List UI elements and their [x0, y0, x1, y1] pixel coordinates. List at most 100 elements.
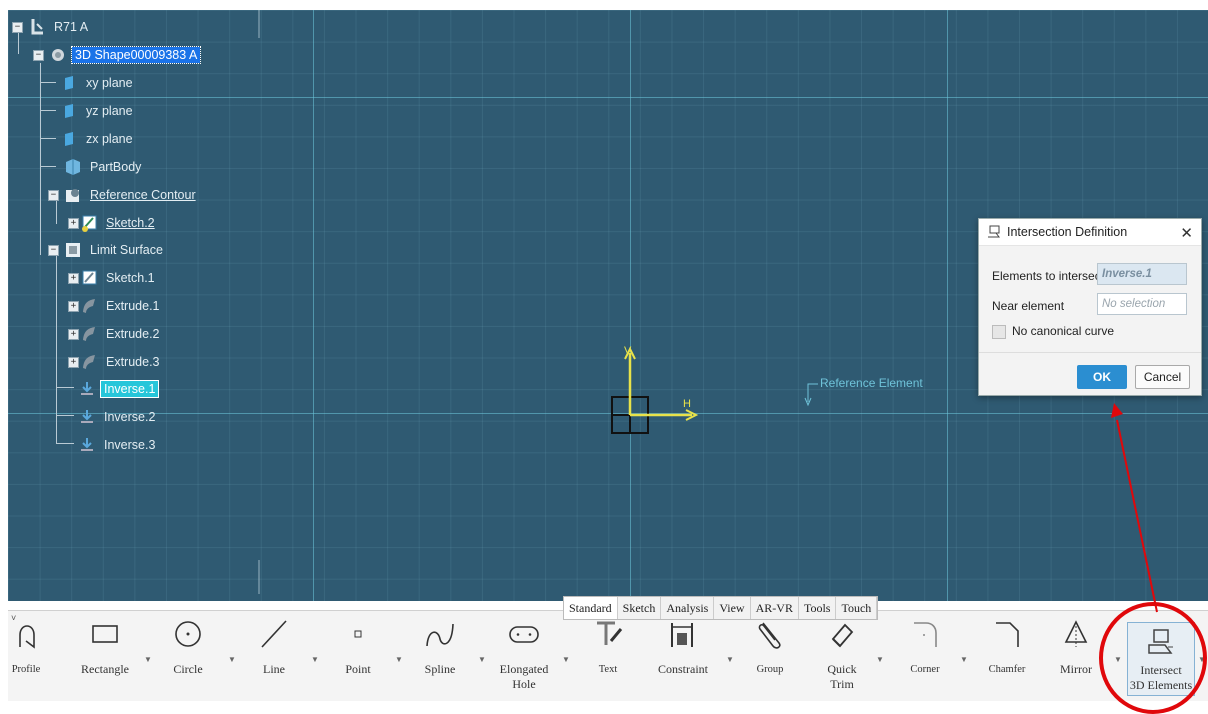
tree-label: Extrude.1 — [106, 299, 160, 313]
tree-item-yz-plane[interactable]: yz plane — [60, 101, 136, 121]
tree-label: Extrude.2 — [106, 327, 160, 341]
tab-tools[interactable]: Tools — [799, 597, 837, 619]
tree-item-zx-plane[interactable]: zx plane — [60, 129, 136, 149]
plane-icon — [60, 74, 78, 92]
chevron-down-icon[interactable]: ▼ — [395, 655, 403, 664]
profile-icon — [8, 617, 44, 651]
point-icon — [340, 617, 376, 651]
close-icon[interactable]: ✕ — [1180, 224, 1193, 242]
quick-trim-button[interactable]: Quick Trim — [814, 611, 870, 701]
sketch-icon — [80, 214, 98, 232]
chamfer-button[interactable]: Chamfer — [976, 611, 1038, 701]
collapse-toggle[interactable]: − — [48, 245, 59, 256]
tool-label: Elongated — [499, 662, 549, 676]
tree-root[interactable]: R71 A — [28, 17, 91, 37]
rectangle-button[interactable]: Rectangle — [70, 611, 140, 701]
tree-item-inverse-1[interactable]: Inverse.1 — [78, 379, 160, 399]
profile-button[interactable]: Profile — [8, 611, 44, 701]
tree-item-limit-surface[interactable]: Limit Surface — [64, 240, 166, 260]
tab-analysis[interactable]: Analysis — [661, 597, 715, 619]
splitter-handle[interactable] — [258, 560, 260, 594]
corner-button[interactable]: Corner — [894, 611, 956, 701]
tree-item-extrude-1[interactable]: Extrude.1 — [80, 296, 163, 316]
elongated-hole-button[interactable]: Elongated Hole — [492, 611, 556, 701]
tree-item-inverse-3[interactable]: Inverse.3 — [78, 435, 158, 455]
collapse-toggle[interactable]: − — [48, 190, 59, 201]
corner-icon — [907, 617, 943, 651]
tab-ar-vr[interactable]: AR-VR — [751, 597, 799, 619]
tool-label: Line — [263, 662, 285, 676]
chevron-down-icon[interactable]: ▼ — [876, 655, 884, 664]
chevron-down-icon[interactable]: ▼ — [478, 655, 486, 664]
chevron-down-icon[interactable]: ▼ — [562, 655, 570, 664]
tree-label: yz plane — [86, 104, 133, 118]
chamfer-icon — [989, 617, 1025, 651]
splitter-handle[interactable] — [258, 10, 260, 38]
tree-item-3d-shape[interactable]: 3D Shape00009383 A — [49, 45, 202, 65]
chevron-down-icon[interactable]: ▼ — [960, 655, 968, 664]
eraser-icon — [824, 617, 860, 651]
tab-view[interactable]: View — [714, 597, 751, 619]
constraint-button[interactable]: Constraint — [644, 611, 722, 701]
tool-label: Profile — [11, 664, 41, 675]
collapse-toggle[interactable]: − — [12, 22, 23, 33]
group-button[interactable]: Group — [744, 611, 796, 701]
tree-label: Limit Surface — [90, 243, 163, 257]
chevron-down-icon[interactable]: ▼ — [726, 655, 734, 664]
tab-sketch[interactable]: Sketch — [618, 597, 662, 619]
expand-toggle[interactable]: + — [68, 357, 79, 368]
tab-touch[interactable]: Touch — [836, 597, 878, 619]
tree-label: PartBody — [90, 160, 142, 174]
tree-label: Sketch.2 — [106, 216, 155, 230]
chevron-down-icon[interactable]: ▼ — [144, 655, 152, 664]
chevron-down-icon[interactable]: ▼ — [311, 655, 319, 664]
ok-button[interactable]: OK — [1077, 365, 1127, 389]
no-canonical-curve-checkbox[interactable] — [992, 325, 1006, 339]
circle-button[interactable]: Circle — [158, 611, 218, 701]
tree-item-partbody[interactable]: PartBody — [64, 157, 144, 177]
tree-item-inverse-2[interactable]: Inverse.2 — [78, 407, 158, 427]
tool-label: Group — [756, 664, 784, 675]
line-button[interactable]: Line — [248, 611, 300, 701]
tree-connector — [56, 200, 57, 224]
dialog-title: Intersection Definition — [1007, 225, 1128, 239]
tool-label: Trim — [830, 677, 854, 691]
tool-label: Quick — [827, 662, 857, 676]
expand-toggle[interactable]: + — [68, 273, 79, 284]
text-button[interactable]: Text — [584, 611, 632, 701]
spline-button[interactable]: Spline — [412, 611, 468, 701]
geometric-set-icon — [64, 186, 82, 204]
tree-item-sketch-2[interactable]: Sketch.2 — [80, 213, 158, 233]
tree-label: Inverse.1 — [99, 380, 160, 398]
toolbar-tabs: Standard Sketch Analysis View AR-VR Tool… — [563, 596, 879, 620]
dialog-titlebar[interactable]: Intersection Definition — [979, 219, 1201, 246]
cancel-button[interactable]: Cancel — [1135, 365, 1190, 389]
expand-toggle[interactable]: + — [68, 218, 79, 229]
tree-item-extrude-2[interactable]: Extrude.2 — [80, 324, 163, 344]
point-button[interactable]: Point — [330, 611, 386, 701]
tree-label: 3D Shape00009383 A — [70, 46, 202, 64]
tree-connector — [40, 138, 56, 139]
expand-toggle[interactable]: + — [68, 301, 79, 312]
elements-to-intersect-field[interactable]: Inverse.1 — [1097, 263, 1187, 285]
elements-to-intersect-label: Elements to intersect — [992, 269, 1105, 283]
reference-element-label: Reference Element — [820, 376, 923, 390]
highlight-circle — [1099, 602, 1207, 714]
tree-label: zx plane — [86, 132, 133, 146]
mirror-button[interactable]: Mirror — [1046, 611, 1106, 701]
near-element-field[interactable]: No selection — [1097, 293, 1187, 315]
collapse-toggle[interactable]: − — [33, 50, 44, 61]
chevron-down-icon[interactable]: ▼ — [228, 655, 236, 664]
grid-major-line — [8, 97, 1208, 98]
tree-item-sketch-1[interactable]: Sketch.1 — [80, 268, 158, 288]
body-icon — [64, 158, 82, 176]
tree-label: Sketch.1 — [106, 271, 155, 285]
inverse-icon — [78, 436, 96, 454]
tree-item-reference-contour[interactable]: Reference Contour — [64, 185, 199, 205]
tree-item-xy-plane[interactable]: xy plane — [60, 73, 136, 93]
expand-toggle[interactable]: + — [68, 329, 79, 340]
extrude-icon — [80, 325, 98, 343]
tab-standard[interactable]: Standard — [564, 597, 618, 619]
tree-item-extrude-3[interactable]: Extrude.3 — [80, 352, 163, 372]
plane-icon — [60, 130, 78, 148]
